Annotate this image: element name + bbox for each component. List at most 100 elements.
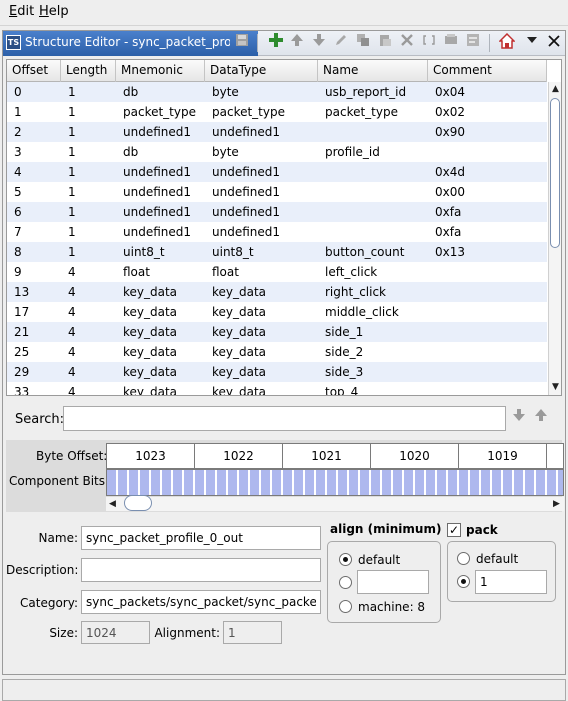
scroll-down-arrow[interactable]: ▼: [549, 380, 561, 394]
table-row[interactable]: 13 4 key_data key_data right_click: [7, 282, 547, 302]
table-row[interactable]: 3 1 db byte profile_id: [7, 142, 547, 162]
align-custom-radio[interactable]: [339, 576, 352, 589]
table-cell: key_data: [212, 345, 267, 359]
column-header[interactable]: Length: [61, 60, 116, 82]
pack-default-radio[interactable]: [457, 552, 470, 565]
alignment-field[interactable]: [223, 621, 282, 644]
pack-checkbox[interactable]: ✓: [447, 523, 461, 537]
component-bits-view[interactable]: [106, 469, 564, 496]
editor-icon[interactable]: [463, 33, 483, 53]
horizontal-scrollbar-thumb[interactable]: [124, 495, 152, 511]
table-cell: key_data: [123, 345, 178, 359]
align-machine-radio[interactable]: [339, 600, 352, 613]
table-row[interactable]: 2 1 undefined1 undefined1 0x90: [7, 122, 547, 142]
horizontal-scrollbar[interactable]: ◀ ▶: [106, 497, 564, 511]
table-cell: 6: [14, 205, 22, 219]
table-cell: 0x04: [435, 85, 466, 99]
table-header: Offset Length Mnemonic DataType Name Comment: [7, 60, 547, 82]
scroll-right-arrow[interactable]: ▶: [550, 497, 563, 511]
column-header[interactable]: Mnemonic: [116, 60, 205, 82]
table-row[interactable]: 21 4 key_data key_data side_1: [7, 322, 547, 342]
move-up-icon[interactable]: [287, 33, 307, 53]
vertical-scrollbar[interactable]: ▲ ▼: [548, 82, 561, 395]
delete-icon[interactable]: [397, 33, 417, 53]
dropdown-icon[interactable]: [522, 33, 542, 53]
move-down-icon[interactable]: [309, 33, 329, 53]
column-header[interactable]: DataType: [205, 60, 318, 82]
scroll-left-arrow[interactable]: ◀: [106, 497, 119, 511]
table-cell: 8: [14, 245, 22, 259]
table-cell: [318, 182, 428, 202]
table-cell: 17: [14, 305, 30, 319]
table-cell: undefined1: [123, 205, 192, 219]
align-custom-field[interactable]: [357, 570, 429, 594]
byte-offset-cell: 1021: [283, 444, 371, 468]
table-cell: side_2: [325, 345, 364, 359]
table-cell: 1: [68, 245, 76, 259]
table-cell: 1: [14, 105, 22, 119]
table-cell: left_click: [325, 265, 378, 279]
table-cell: 1: [68, 225, 76, 239]
scrollbar-thumb[interactable]: [550, 98, 560, 248]
table-cell: float: [212, 265, 239, 279]
search-next-icon[interactable]: [509, 408, 529, 428]
table-row[interactable]: 0 1 db byte usb_report_id 0x04: [7, 82, 547, 102]
table-cell: 7: [14, 225, 22, 239]
search-previous-icon[interactable]: [531, 408, 551, 428]
table-cell: 0xfa: [435, 205, 462, 219]
column-header[interactable]: Name: [318, 60, 428, 82]
edit-icon[interactable]: [331, 33, 351, 53]
table-row[interactable]: 6 1 undefined1 undefined1 0xfa: [7, 202, 547, 222]
table-cell: uint8_t: [212, 245, 254, 259]
name-field[interactable]: [81, 526, 321, 550]
save-icon[interactable]: [232, 33, 252, 53]
table-row[interactable]: 1 1 packet_type packet_type packet_type 0x02: [7, 102, 547, 122]
table-row[interactable]: 29 4 key_data key_data side_3: [7, 362, 547, 382]
table-cell: 0x90: [435, 125, 466, 139]
align-default-radio[interactable]: [339, 553, 352, 566]
column-header[interactable]: Offset: [7, 60, 61, 82]
structure-table[interactable]: Offset Length Mnemonic DataType Name Comment …: [6, 59, 562, 396]
table-cell: 1: [68, 165, 76, 179]
table-cell: [318, 162, 428, 182]
window-title: Structure Editor - sync_packet_profi...: [25, 35, 230, 49]
table-cell: undefined1: [212, 185, 281, 199]
table-cell: 1: [68, 185, 76, 199]
table-row[interactable]: 9 4 float float left_click: [7, 262, 547, 282]
table-cell: [428, 302, 547, 322]
table-row[interactable]: 4 1 undefined1 undefined1 0x4d: [7, 162, 547, 182]
table-cell: undefined1: [123, 165, 192, 179]
table-cell: key_data: [212, 305, 267, 319]
table-cell: [428, 142, 547, 162]
close-icon[interactable]: [544, 33, 564, 53]
table-row[interactable]: 33 4 key_data key_data top_4: [7, 382, 547, 396]
pack-value-field[interactable]: [475, 570, 547, 594]
table-row[interactable]: 7 1 undefined1 undefined1 0xfa: [7, 222, 547, 242]
table-cell: key_data: [212, 385, 267, 396]
table-cell: 5: [14, 185, 22, 199]
scroll-up-arrow[interactable]: ▲: [549, 82, 561, 96]
table-row[interactable]: 5 1 undefined1 undefined1 0x00: [7, 182, 547, 202]
add-icon[interactable]: [266, 33, 286, 53]
menu-help[interactable]: Help: [39, 4, 69, 19]
table-row[interactable]: 8 1 uint8_t uint8_t button_count 0x13: [7, 242, 547, 262]
description-field[interactable]: [81, 558, 321, 582]
table-cell: 33: [14, 385, 30, 396]
size-field[interactable]: [81, 621, 150, 644]
array-icon[interactable]: [419, 33, 439, 53]
table-row[interactable]: 17 4 key_data key_data middle_click: [7, 302, 547, 322]
search-input[interactable]: [63, 406, 506, 431]
home-icon[interactable]: [497, 32, 517, 53]
category-field[interactable]: [81, 590, 321, 614]
table-cell: 0xfa: [435, 225, 462, 239]
byte-offset-cell: 1019: [459, 444, 547, 468]
pack-label: pack: [466, 523, 498, 537]
table-row[interactable]: 25 4 key_data key_data side_2: [7, 342, 547, 362]
paste-icon[interactable]: [375, 33, 395, 53]
table-cell: [318, 202, 428, 222]
column-header[interactable]: Comment: [428, 60, 547, 82]
pack-value-radio[interactable]: [457, 575, 470, 588]
unpack-icon[interactable]: [441, 33, 461, 53]
menu-edit[interactable]: Edit: [9, 4, 34, 19]
duplicate-icon[interactable]: [353, 33, 373, 53]
